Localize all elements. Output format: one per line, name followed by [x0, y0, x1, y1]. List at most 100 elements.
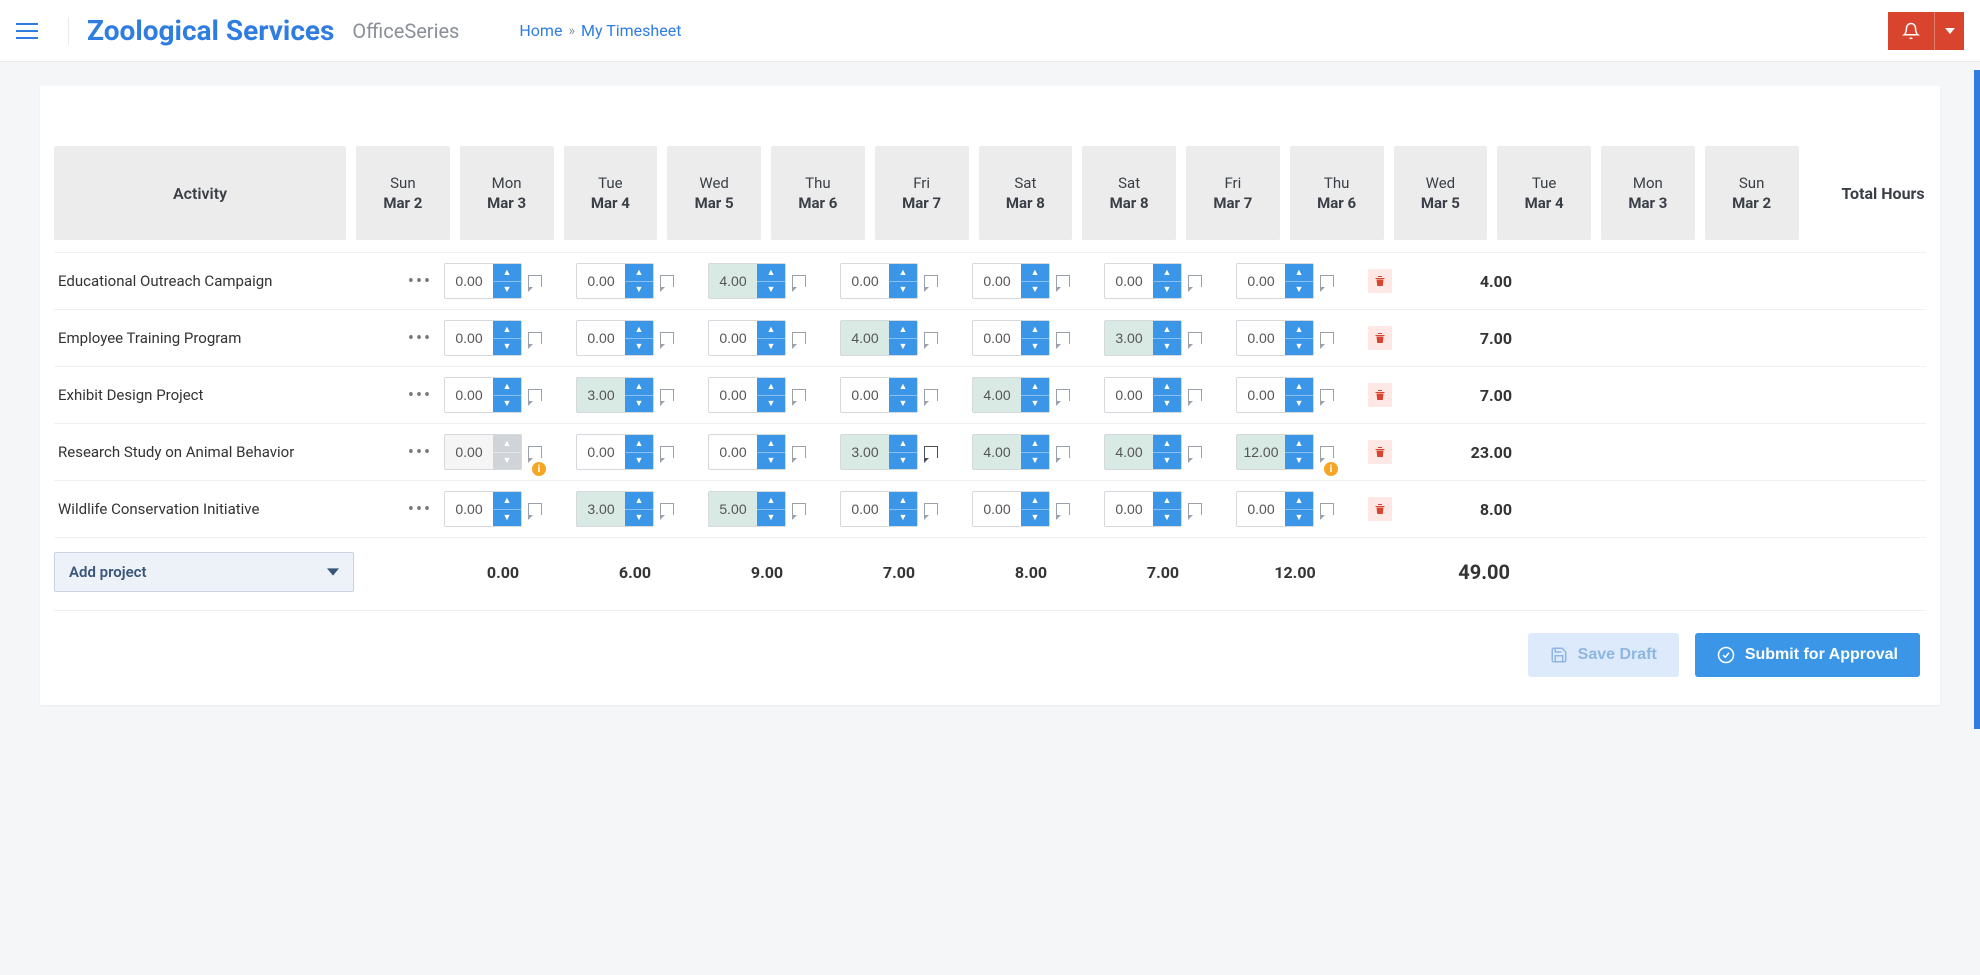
spin-up-icon[interactable]: ▲	[1153, 492, 1181, 510]
spin-down-icon[interactable]: ▼	[757, 282, 785, 299]
spin-up-icon[interactable]: ▲	[1153, 378, 1181, 396]
hours-input[interactable]	[709, 264, 757, 298]
spin-up-icon[interactable]: ▲	[1021, 321, 1049, 339]
spin-down-icon[interactable]: ▼	[889, 396, 917, 413]
hours-input[interactable]	[1105, 321, 1153, 355]
spin-down-icon[interactable]: ▼	[625, 510, 653, 527]
spin-down-icon[interactable]: ▼	[625, 282, 653, 299]
note-icon[interactable]	[792, 446, 806, 458]
spin-up-icon[interactable]: ▲	[625, 264, 653, 282]
hours-input[interactable]	[445, 435, 493, 469]
spin-up-icon[interactable]: ▲	[493, 321, 521, 339]
warning-icon[interactable]: i	[532, 462, 546, 476]
hours-input[interactable]	[973, 264, 1021, 298]
spin-up-icon[interactable]: ▲	[1285, 435, 1313, 453]
hours-input[interactable]	[577, 435, 625, 469]
spin-up-icon[interactable]: ▲	[1153, 321, 1181, 339]
spin-up-icon[interactable]: ▲	[1153, 435, 1181, 453]
hours-input[interactable]	[445, 378, 493, 412]
spin-up-icon[interactable]: ▲	[625, 492, 653, 510]
notifications-button[interactable]	[1888, 12, 1934, 50]
row-more-icon[interactable]: •••	[406, 385, 434, 406]
spin-down-icon[interactable]: ▼	[625, 453, 653, 470]
add-project-dropdown[interactable]: Add project	[54, 552, 354, 592]
hours-input[interactable]	[709, 378, 757, 412]
spin-down-icon[interactable]: ▼	[493, 339, 521, 356]
note-icon[interactable]	[1320, 275, 1334, 287]
spin-down-icon[interactable]: ▼	[1021, 282, 1049, 299]
note-icon[interactable]	[528, 275, 542, 287]
row-more-icon[interactable]: •••	[406, 271, 434, 292]
note-icon[interactable]	[924, 275, 938, 287]
spin-up-icon[interactable]: ▲	[1285, 378, 1313, 396]
note-icon[interactable]	[660, 503, 674, 515]
note-icon[interactable]	[924, 503, 938, 515]
hours-input[interactable]	[973, 435, 1021, 469]
note-icon[interactable]	[1320, 389, 1334, 401]
spin-up-icon[interactable]: ▲	[889, 492, 917, 510]
hours-input[interactable]	[841, 435, 889, 469]
spin-down-icon[interactable]: ▼	[1021, 453, 1049, 470]
spin-up-icon[interactable]: ▲	[493, 378, 521, 396]
hours-input[interactable]	[841, 492, 889, 526]
delete-row-button[interactable]	[1368, 326, 1392, 350]
delete-row-button[interactable]	[1368, 497, 1392, 521]
note-icon[interactable]	[1188, 275, 1202, 287]
hours-input[interactable]	[1237, 321, 1285, 355]
hours-input[interactable]	[445, 264, 493, 298]
hours-input[interactable]	[1237, 492, 1285, 526]
breadcrumb-home[interactable]: Home	[519, 21, 562, 40]
spin-up-icon[interactable]: ▲	[889, 378, 917, 396]
delete-row-button[interactable]	[1368, 383, 1392, 407]
breadcrumb-current[interactable]: My Timesheet	[581, 21, 681, 40]
spin-up-icon[interactable]: ▲	[757, 378, 785, 396]
spin-down-icon[interactable]: ▼	[1285, 282, 1313, 299]
delete-row-button[interactable]	[1368, 440, 1392, 464]
note-icon[interactable]	[528, 332, 542, 344]
hours-input[interactable]	[1105, 264, 1153, 298]
spin-down-icon[interactable]: ▼	[1285, 396, 1313, 413]
spin-down-icon[interactable]: ▼	[1021, 396, 1049, 413]
note-icon[interactable]	[792, 332, 806, 344]
note-icon[interactable]	[792, 503, 806, 515]
note-icon[interactable]	[660, 275, 674, 287]
spin-up-icon[interactable]: ▲	[625, 321, 653, 339]
spin-down-icon[interactable]: ▼	[757, 453, 785, 470]
note-icon[interactable]	[1320, 332, 1334, 344]
spin-down-icon[interactable]: ▼	[625, 396, 653, 413]
hours-input[interactable]	[841, 378, 889, 412]
note-icon[interactable]	[660, 446, 674, 458]
submit-approval-button[interactable]: Submit for Approval	[1695, 633, 1920, 677]
spin-up-icon[interactable]: ▲	[493, 435, 521, 453]
spin-down-icon[interactable]: ▼	[1153, 453, 1181, 470]
note-icon[interactable]	[792, 389, 806, 401]
spin-down-icon[interactable]: ▼	[493, 282, 521, 299]
note-icon[interactable]	[1320, 446, 1334, 458]
hours-input[interactable]	[577, 378, 625, 412]
spin-up-icon[interactable]: ▲	[1021, 378, 1049, 396]
row-more-icon[interactable]: •••	[406, 499, 434, 520]
spin-up-icon[interactable]: ▲	[1021, 264, 1049, 282]
spin-down-icon[interactable]: ▼	[757, 510, 785, 527]
note-icon[interactable]	[1188, 503, 1202, 515]
save-draft-button[interactable]: Save Draft	[1528, 633, 1679, 677]
spin-down-icon[interactable]: ▼	[757, 339, 785, 356]
spin-down-icon[interactable]: ▼	[1021, 510, 1049, 527]
menu-icon[interactable]	[16, 17, 69, 45]
hours-input[interactable]	[841, 321, 889, 355]
note-icon[interactable]	[528, 446, 542, 458]
spin-down-icon[interactable]: ▼	[889, 453, 917, 470]
spin-up-icon[interactable]: ▲	[757, 435, 785, 453]
spin-down-icon[interactable]: ▼	[757, 396, 785, 413]
note-icon[interactable]	[1056, 503, 1070, 515]
hours-input[interactable]	[577, 321, 625, 355]
hours-input[interactable]	[1105, 378, 1153, 412]
hours-input[interactable]	[709, 492, 757, 526]
hours-input[interactable]	[577, 264, 625, 298]
spin-down-icon[interactable]: ▼	[493, 396, 521, 413]
note-icon[interactable]	[1188, 446, 1202, 458]
spin-up-icon[interactable]: ▲	[889, 321, 917, 339]
note-icon[interactable]	[1056, 275, 1070, 287]
hours-input[interactable]	[445, 321, 493, 355]
spin-up-icon[interactable]: ▲	[1285, 264, 1313, 282]
